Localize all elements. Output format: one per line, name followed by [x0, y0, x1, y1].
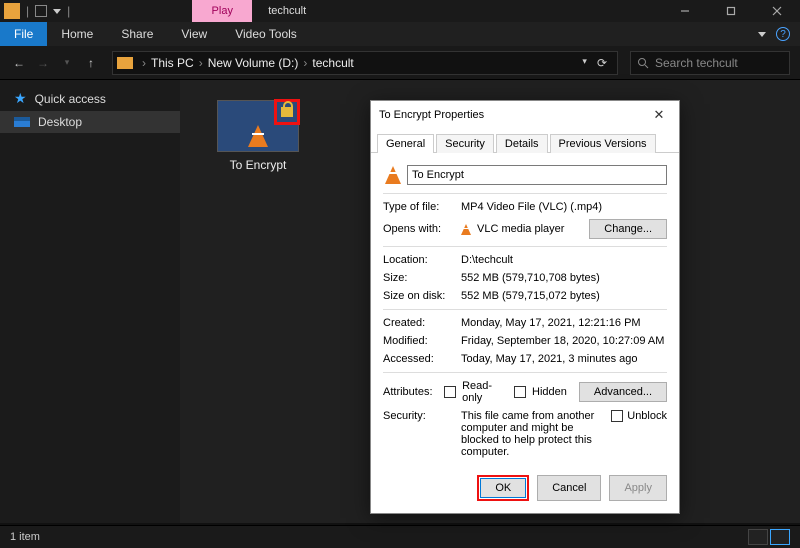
search-icon	[637, 57, 649, 69]
sidebar-desktop[interactable]: Desktop	[0, 111, 180, 133]
value-type: MP4 Video File (VLC) (.mp4)	[461, 201, 667, 213]
divider: |	[67, 4, 70, 18]
label-type: Type of file:	[383, 201, 461, 213]
search-box[interactable]: Search techcult	[630, 51, 790, 75]
search-placeholder: Search techcult	[655, 56, 738, 70]
value-location: D:\techcult	[461, 254, 667, 266]
lock-icon	[281, 107, 293, 117]
label-readonly: Read-only	[462, 380, 495, 404]
dialog-title: To Encrypt Properties	[379, 109, 647, 121]
crumb-this-pc[interactable]: This PC	[149, 56, 196, 70]
label-size-on-disk: Size on disk:	[383, 290, 461, 302]
label-hidden: Hidden	[532, 386, 567, 398]
tab-details[interactable]: Details	[496, 134, 548, 153]
forward-button[interactable]: →	[34, 56, 52, 70]
desktop-icon	[14, 117, 30, 127]
nav-sidebar: ★ Quick access Desktop	[0, 80, 180, 523]
vlc-icon	[461, 224, 471, 235]
advanced-button[interactable]: Advanced...	[579, 382, 667, 402]
change-button[interactable]: Change...	[589, 219, 667, 239]
ribbon-collapse-icon[interactable]	[758, 32, 766, 37]
address-bar[interactable]: › This PC › New Volume (D:) › techcult ▾…	[112, 51, 618, 75]
value-accessed: Today, May 17, 2021, 3 minutes ago	[461, 353, 667, 365]
video-thumbnail	[217, 100, 299, 152]
label-created: Created:	[383, 317, 461, 329]
chevron-right-icon[interactable]: ›	[196, 56, 206, 70]
ribbon-home[interactable]: Home	[47, 22, 107, 46]
sidebar-quick-access[interactable]: ★ Quick access	[0, 86, 180, 111]
status-text: 1 item	[10, 531, 40, 543]
ribbon-view[interactable]: View	[167, 22, 221, 46]
qa-dropdown-icon[interactable]	[53, 9, 61, 14]
properties-dialog: To Encrypt Properties ✕ General Security…	[370, 100, 680, 514]
tab-general[interactable]: General	[377, 134, 434, 153]
refresh-icon[interactable]: ⟳	[597, 56, 607, 70]
value-created: Monday, May 17, 2021, 12:21:16 PM	[461, 317, 667, 329]
dialog-close-button[interactable]: ✕	[647, 107, 671, 123]
view-details-button[interactable]	[748, 529, 768, 545]
apply-button[interactable]: Apply	[609, 475, 667, 501]
label-location: Location:	[383, 254, 461, 266]
hidden-checkbox[interactable]	[514, 386, 526, 398]
unblock-checkbox[interactable]	[611, 410, 623, 422]
view-icons-button[interactable]	[770, 529, 790, 545]
chevron-right-icon[interactable]: ›	[300, 56, 310, 70]
label-opens-with: Opens with:	[383, 223, 461, 235]
label-attributes: Attributes:	[383, 386, 444, 398]
dialog-tabs: General Security Details Previous Versio…	[371, 129, 679, 153]
folder-icon	[117, 57, 133, 69]
file-name-label: To Encrypt	[210, 158, 306, 172]
star-icon: ★	[14, 90, 27, 107]
ok-button[interactable]: OK	[480, 478, 526, 498]
cancel-button[interactable]: Cancel	[537, 475, 601, 501]
highlight-box	[274, 99, 300, 125]
up-button[interactable]: ↑	[82, 56, 100, 70]
status-bar: 1 item	[0, 525, 800, 548]
tab-security[interactable]: Security	[436, 134, 494, 153]
ribbon: File Home Share View Video Tools ?	[0, 22, 800, 46]
divider: |	[26, 4, 29, 18]
vlc-icon	[248, 125, 268, 147]
maximize-button[interactable]	[708, 0, 754, 22]
value-modified: Friday, September 18, 2020, 10:27:09 AM	[461, 335, 667, 347]
sidebar-label: Desktop	[38, 115, 82, 129]
address-bar-row: ← → ▾ ↑ › This PC › New Volume (D:) › te…	[0, 46, 800, 80]
vlc-icon	[385, 166, 401, 184]
folder-app-icon	[4, 3, 20, 19]
ribbon-file[interactable]: File	[0, 22, 47, 46]
value-size-on-disk: 552 MB (579,715,072 bytes)	[461, 290, 667, 302]
address-dropdown-icon[interactable]: ▾	[582, 56, 587, 70]
dialog-titlebar[interactable]: To Encrypt Properties ✕	[371, 101, 679, 129]
chevron-right-icon[interactable]: ›	[139, 56, 149, 70]
file-name-input[interactable]	[407, 165, 667, 185]
label-size: Size:	[383, 272, 461, 284]
crumb-folder[interactable]: techcult	[310, 56, 355, 70]
context-tab-play[interactable]: Play	[192, 0, 252, 22]
security-text: This file came from another computer and…	[461, 410, 605, 458]
recent-dropdown[interactable]: ▾	[58, 57, 76, 68]
close-button[interactable]	[754, 0, 800, 22]
ribbon-video-tools[interactable]: Video Tools	[221, 22, 311, 46]
label-accessed: Accessed:	[383, 353, 461, 365]
readonly-checkbox[interactable]	[444, 386, 456, 398]
highlight-box: OK	[477, 475, 529, 501]
value-size: 552 MB (579,710,708 bytes)	[461, 272, 667, 284]
help-icon[interactable]: ?	[776, 27, 790, 41]
file-item[interactable]: To Encrypt	[210, 100, 306, 172]
ribbon-share[interactable]: Share	[107, 22, 167, 46]
checkbox-icon[interactable]	[35, 5, 47, 17]
window-title: techcult	[260, 5, 314, 17]
label-security: Security:	[383, 410, 461, 422]
titlebar: | | Play techcult	[0, 0, 800, 22]
minimize-button[interactable]	[662, 0, 708, 22]
crumb-drive[interactable]: New Volume (D:)	[206, 56, 301, 70]
label-unblock: Unblock	[627, 410, 667, 422]
label-modified: Modified:	[383, 335, 461, 347]
sidebar-label: Quick access	[35, 92, 106, 106]
tab-previous-versions[interactable]: Previous Versions	[550, 134, 656, 153]
value-opens-with: VLC media player	[477, 223, 564, 235]
back-button[interactable]: ←	[10, 56, 28, 70]
